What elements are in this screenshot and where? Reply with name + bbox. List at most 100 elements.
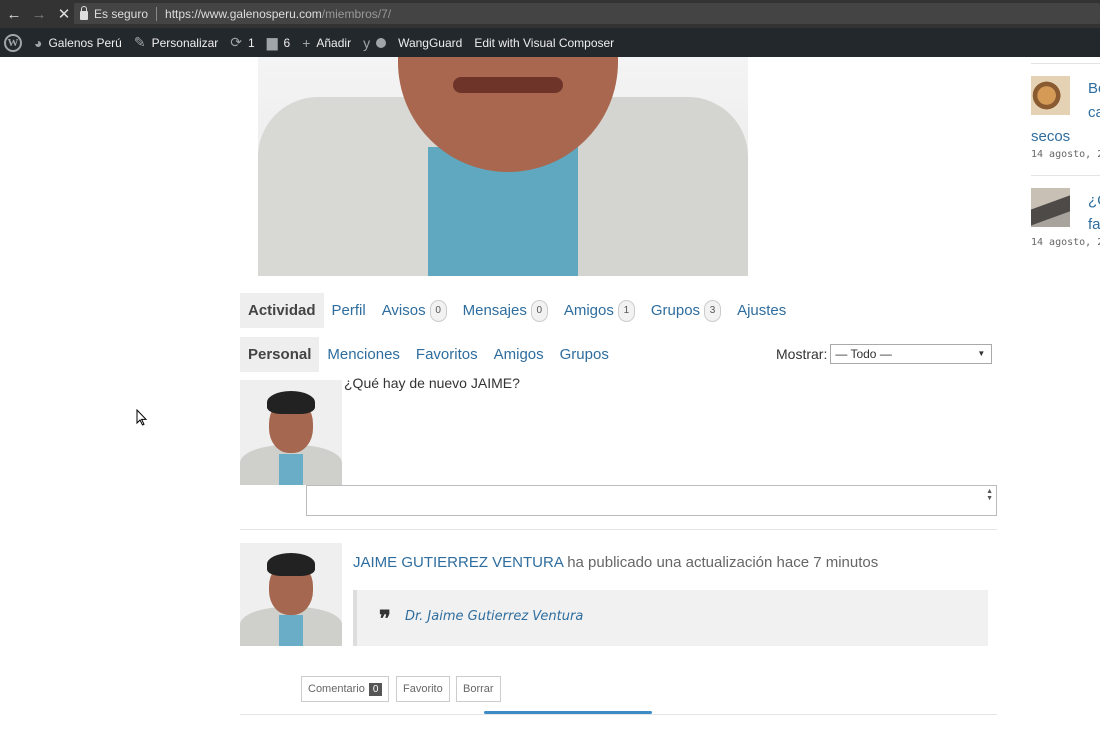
tab-label: Mensajes [462, 302, 527, 319]
photo-mouth [453, 77, 563, 93]
subtab-label: Personal [248, 346, 312, 363]
tab-avisos[interactable]: Avisos 0 [374, 293, 455, 328]
post-title-line[interactable]: secos [1031, 128, 1070, 145]
sidebar-divider [1031, 63, 1100, 64]
dashboard-icon: ◕ [34, 34, 43, 51]
post-title-line[interactable]: fa [1088, 216, 1100, 233]
updates-link[interactable]: ⟳ 1 [224, 28, 260, 57]
comment-button[interactable]: Comentario 0 [301, 676, 390, 702]
add-new-link[interactable]: + Añadir [296, 28, 357, 57]
updates-icon: ⟳ [230, 34, 243, 50]
customize-link[interactable]: ✎ Personalizar [128, 28, 224, 57]
profile-tabs: Actividad Perfil Avisos 0 Mensajes 0 Amigo… [240, 293, 794, 328]
visual-composer-link[interactable]: Edit with Visual Composer [468, 28, 620, 57]
tab-label: Ajustes [737, 302, 787, 319]
favorite-label: Favorito [403, 683, 443, 695]
comment-icon: ▆ [266, 34, 278, 50]
wp-admin-bar: W ◕ Galenos Perú ✎ Personalizar ⟳ 1 ▆ 6 + Aña… [0, 28, 1100, 57]
profile-cover-photo [258, 57, 748, 276]
subtab-favoritos[interactable]: Favoritos [408, 337, 486, 372]
avatar-shirt [278, 453, 304, 485]
visual-composer-label: Edit with Visual Composer [474, 35, 615, 50]
site-name-label: Galenos Perú [48, 35, 122, 50]
activity-subtabs: Personal Menciones Favoritos Amigos Grup… [240, 337, 617, 372]
subtab-label: Amigos [493, 346, 544, 363]
subtab-label: Grupos [559, 346, 609, 363]
tab-amigos[interactable]: Amigos 1 [556, 293, 643, 328]
post-title-line[interactable]: ¿C [1088, 192, 1100, 209]
tab-ajustes[interactable]: Ajustes [729, 293, 794, 328]
filter-selected-value: — Todo — [835, 347, 892, 361]
avatar-hair [266, 553, 316, 576]
subtab-label: Favoritos [415, 346, 478, 363]
add-new-label: Añadir [316, 35, 352, 50]
quote-icon: ❞ [379, 606, 391, 632]
lock-icon [80, 5, 88, 20]
activity-quote: ❞ Dr. Jaime Gutierrez Ventura [353, 590, 988, 646]
status-update-textarea[interactable]: ▲ ▼ [306, 485, 997, 516]
avatar-hair [266, 390, 316, 414]
filter-label: Mostrar: [776, 346, 828, 362]
quote-text[interactable]: Dr. Jaime Gutierrez Ventura [405, 609, 583, 624]
plus-icon: + [302, 34, 311, 51]
url-base: https://www.galenosperu.com [165, 6, 322, 21]
tab-mensajes[interactable]: Mensajes 0 [455, 293, 556, 328]
customize-label: Personalizar [151, 35, 219, 50]
tab-label: Perfil [331, 302, 366, 319]
filter-select[interactable]: — Todo — ▼ [830, 344, 993, 364]
subtab-label: Menciones [327, 346, 400, 363]
comment-count: 0 [368, 682, 383, 696]
brush-icon: ✎ [133, 34, 146, 50]
recent-posts-sidebar: Bo ca secos 14 agosto, 20 ¿C fa 14 agost… [1031, 57, 1100, 735]
post-title-line[interactable]: Bo [1088, 80, 1100, 97]
page-content: Actividad Perfil Avisos 0 Mensajes 0 Amigo… [0, 57, 1100, 735]
post-thumbnail[interactable] [1031, 188, 1070, 227]
activity-header: JAIME GUTIERREZ VENTURA ha publicado una… [353, 554, 878, 571]
current-user-avatar[interactable] [240, 380, 342, 485]
comments-link[interactable]: ▆ 6 [261, 28, 296, 57]
yoast-link[interactable]: y [357, 28, 392, 57]
delete-label: Borrar [463, 683, 494, 695]
tab-grupos[interactable]: Grupos 3 [643, 293, 729, 328]
site-name-link[interactable]: ◕ Galenos Perú [28, 28, 128, 57]
favorite-button[interactable]: Favorito [396, 676, 450, 702]
comment-label: Comentario [308, 683, 365, 695]
post-title-line[interactable]: ca [1088, 104, 1100, 121]
activity-author-link[interactable]: JAIME GUTIERREZ VENTURA [353, 554, 563, 571]
mouse-cursor-icon [136, 409, 148, 426]
comments-count: 6 [283, 35, 291, 50]
updates-count: 1 [248, 35, 255, 50]
whats-new-prompt: ¿Qué hay de nuevo JAIME? [344, 375, 520, 391]
activity-author-avatar[interactable] [240, 543, 342, 646]
tab-label: Amigos [563, 302, 614, 319]
sidebar-divider [1031, 175, 1100, 176]
secure-label: Es seguro [94, 6, 149, 21]
loading-indicator [484, 711, 652, 714]
count-badge: 3 [704, 299, 722, 322]
count-badge: 1 [617, 299, 635, 322]
back-arrow-icon[interactable]: ← [3, 3, 25, 25]
tab-label: Avisos [381, 302, 426, 319]
stop-loading-icon[interactable]: ✕ [53, 3, 75, 25]
delete-button[interactable]: Borrar [456, 676, 501, 702]
subtab-grupos[interactable]: Grupos [552, 337, 617, 372]
forward-arrow-icon[interactable]: → [28, 3, 50, 25]
divider [240, 529, 997, 530]
wordpress-icon[interactable]: W [4, 33, 22, 52]
wangguard-label: WangGuard [398, 35, 463, 50]
count-badge: 0 [530, 299, 548, 322]
post-thumbnail[interactable] [1031, 76, 1070, 115]
tab-actividad[interactable]: Actividad [240, 293, 324, 328]
tab-perfil[interactable]: Perfil [324, 293, 374, 328]
activity-filter: Mostrar: — Todo — ▼ [776, 344, 993, 364]
subtab-menciones[interactable]: Menciones [319, 337, 408, 372]
subtab-personal[interactable]: Personal [240, 337, 320, 372]
tab-label: Grupos [650, 302, 701, 319]
post-date: 14 agosto, 20 [1031, 237, 1100, 248]
subtab-amigos[interactable]: Amigos [486, 337, 552, 372]
address-bar[interactable]: Es seguro https://www.galenosperu.com/mi… [74, 3, 1100, 24]
wangguard-link[interactable]: WangGuard [392, 28, 468, 57]
yoast-icon: y [363, 34, 371, 51]
url-path: /miembros/7/ [321, 6, 392, 21]
activity-action-text: ha publicado una actualización hace 7 mi… [567, 554, 879, 571]
